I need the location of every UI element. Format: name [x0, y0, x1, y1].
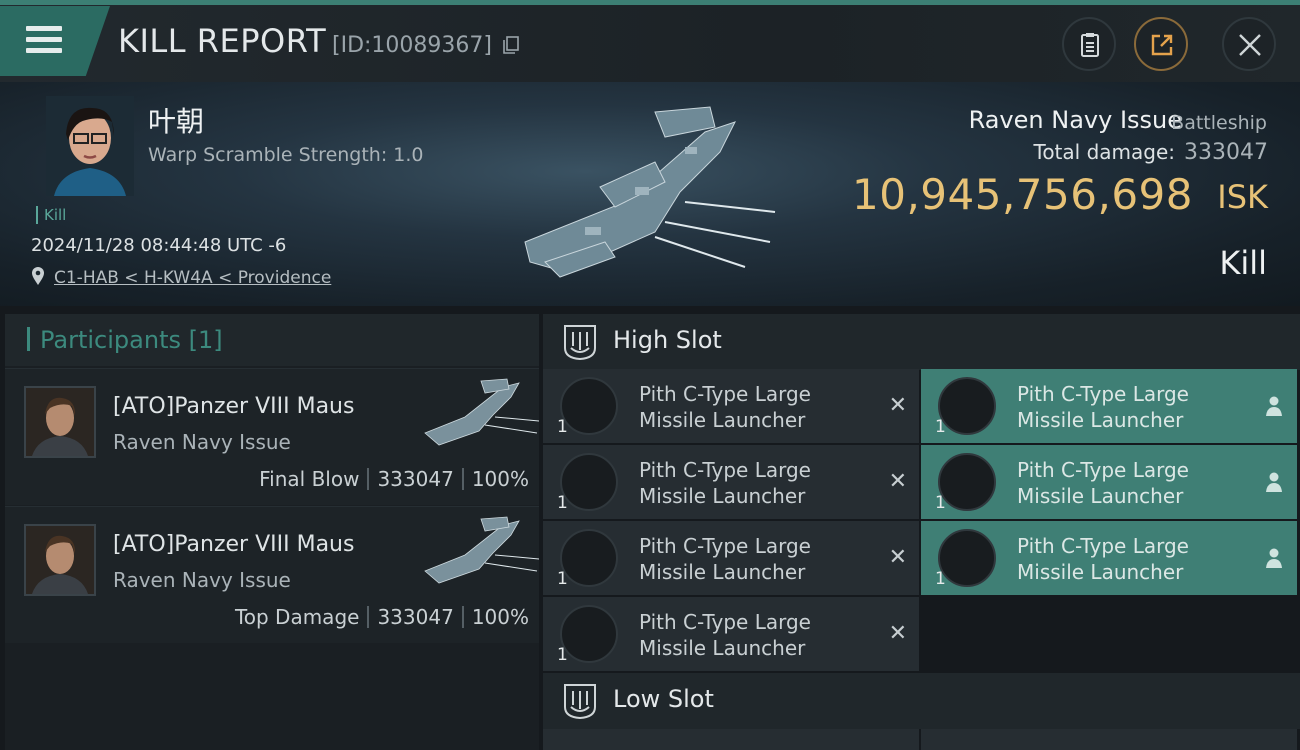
- item-quantity: 1: [935, 417, 946, 437]
- high-slot-item[interactable]: 1 Pith C-Type Large Missile Launcher: [921, 445, 1297, 519]
- participant-ship-image: [424, 378, 539, 446]
- item-name: Pith C-Type Large Missile Launcher: [1017, 382, 1189, 432]
- kill-type-tag: Kill: [36, 206, 66, 224]
- header-accent-line: [0, 0, 1300, 5]
- participant-ship: Raven Navy Issue: [113, 568, 291, 592]
- item-quantity: 1: [935, 569, 946, 589]
- dropped-person-icon: [1266, 472, 1282, 492]
- menu-button[interactable]: [0, 6, 110, 76]
- dropped-person-icon: [1266, 548, 1282, 568]
- isk-value: 10,945,756,698: [852, 170, 1193, 219]
- item-quantity: 1: [557, 645, 568, 665]
- destroyed-icon: ✕: [888, 393, 907, 418]
- high-slot-item[interactable]: 1 Pith C-Type Large Missile Launcher: [921, 521, 1297, 595]
- kill-report-window: KILL REPORT [ID:10089367] 叶朝 Warp Scramb…: [0, 0, 1300, 750]
- destroyed-icon: ✕: [888, 545, 907, 570]
- victim-banner: 叶朝 Warp Scramble Strength: 1.0 Kill 2024…: [0, 82, 1300, 306]
- participants-panel: Participants [1] [ATO]Panzer VIII Maus R…: [5, 314, 539, 750]
- high-slot-item[interactable]: 1 Pith C-Type Large Missile Launcher ✕: [543, 521, 919, 595]
- item-name: Pith C-Type Large Missile Launcher: [1017, 458, 1189, 508]
- high-slot-header: High Slot: [543, 314, 1300, 370]
- header-bar: KILL REPORT [ID:10089367]: [0, 0, 1300, 82]
- participant-stats: Top Damage 333047 100%: [235, 605, 529, 629]
- participants-title: Participants [1]: [40, 326, 223, 354]
- warp-scramble-strength: Warp Scramble Strength: 1.0: [148, 144, 424, 166]
- high-slot-item[interactable]: 1 Pith C-Type Large Missile Launcher ✕: [543, 369, 919, 443]
- low-slot-icon: [564, 684, 596, 719]
- victim-ship-class: Battleship: [1171, 112, 1267, 134]
- copy-icon[interactable]: [503, 36, 519, 54]
- total-damage-label: Total damage:: [1033, 140, 1176, 164]
- participant-row[interactable]: [ATO]Panzer VIII Maus Raven Navy Issue T…: [5, 506, 539, 643]
- missile-launcher-icon: [560, 377, 618, 435]
- participant-percent: 100%: [471, 467, 529, 491]
- low-slot-item-partial[interactable]: [543, 729, 919, 750]
- participants-header: Participants [1]: [5, 314, 539, 366]
- low-slot-item-partial[interactable]: [921, 729, 1297, 750]
- total-damage-value: 333047: [1184, 140, 1268, 165]
- participants-count: [1]: [188, 326, 223, 354]
- low-slot-header: Low Slot: [543, 673, 1300, 729]
- dropped-person-icon: [1266, 396, 1282, 416]
- missile-launcher-icon: [560, 605, 618, 663]
- high-slot-item[interactable]: 1 Pith C-Type Large Missile Launcher: [921, 369, 1297, 443]
- participants-accent: [27, 327, 30, 351]
- item-quantity: 1: [557, 493, 568, 513]
- low-slot-label: Low Slot: [613, 685, 714, 713]
- participant-portrait[interactable]: [24, 524, 96, 596]
- item-name: Pith C-Type Large Missile Launcher: [639, 458, 811, 508]
- kill-id: [ID:10089367]: [332, 33, 492, 58]
- item-name: Pith C-Type Large Missile Launcher: [639, 610, 811, 660]
- clipboard-button[interactable]: [1062, 17, 1116, 71]
- missile-launcher-icon: [560, 529, 618, 587]
- share-icon: [1151, 34, 1173, 56]
- participant-portrait[interactable]: [24, 386, 96, 458]
- high-slot-item[interactable]: 1 Pith C-Type Large Missile Launcher ✕: [543, 597, 919, 671]
- victim-ship-name[interactable]: Raven Navy Issue: [969, 106, 1182, 134]
- victim-avatar[interactable]: [46, 96, 134, 196]
- clipboard-icon: [1081, 33, 1099, 57]
- missile-launcher-icon: [938, 377, 996, 435]
- destroyed-icon: ✕: [888, 469, 907, 494]
- location-link[interactable]: C1-HAB < H-KW4A < Providence: [54, 268, 331, 288]
- item-name: Pith C-Type Large Missile Launcher: [1017, 534, 1189, 584]
- close-button[interactable]: [1222, 17, 1276, 71]
- participant-role: Final Blow: [259, 467, 360, 491]
- participant-ship: Raven Navy Issue: [113, 430, 291, 454]
- ship-image: [524, 106, 776, 278]
- missile-launcher-icon: [938, 453, 996, 511]
- kill-result: Kill: [1219, 244, 1267, 282]
- high-slot-icon: [564, 325, 596, 360]
- isk-unit: ISK: [1217, 178, 1268, 216]
- missile-launcher-icon: [560, 453, 618, 511]
- page-title: KILL REPORT: [118, 22, 327, 60]
- item-quantity: 1: [557, 569, 568, 589]
- item-quantity: 1: [557, 417, 568, 437]
- location-pin-icon: [32, 267, 44, 285]
- participant-role: Top Damage: [234, 605, 360, 629]
- close-icon: [1239, 34, 1261, 56]
- participant-ship-image: [424, 516, 539, 584]
- participant-damage: 333047: [377, 605, 454, 629]
- kill-datetime: 2024/11/28 08:44:48 UTC -6: [31, 235, 287, 256]
- participant-stats: Final Blow 333047 100%: [259, 467, 529, 491]
- high-slot-label: High Slot: [613, 326, 722, 354]
- participant-damage: 333047: [377, 467, 454, 491]
- high-slot-item[interactable]: 1 Pith C-Type Large Missile Launcher ✕: [543, 445, 919, 519]
- share-button[interactable]: [1134, 17, 1188, 71]
- item-quantity: 1: [935, 493, 946, 513]
- participant-name[interactable]: [ATO]Panzer VIII Maus: [113, 394, 354, 419]
- missile-launcher-icon: [938, 529, 996, 587]
- item-name: Pith C-Type Large Missile Launcher: [639, 534, 811, 584]
- destroyed-icon: ✕: [888, 621, 907, 646]
- participant-name[interactable]: [ATO]Panzer VIII Maus: [113, 532, 354, 557]
- participant-percent: 100%: [471, 605, 529, 629]
- item-name: Pith C-Type Large Missile Launcher: [639, 382, 811, 432]
- participant-row[interactable]: [ATO]Panzer VIII Maus Raven Navy Issue F…: [5, 368, 539, 505]
- victim-name[interactable]: 叶朝: [148, 100, 204, 140]
